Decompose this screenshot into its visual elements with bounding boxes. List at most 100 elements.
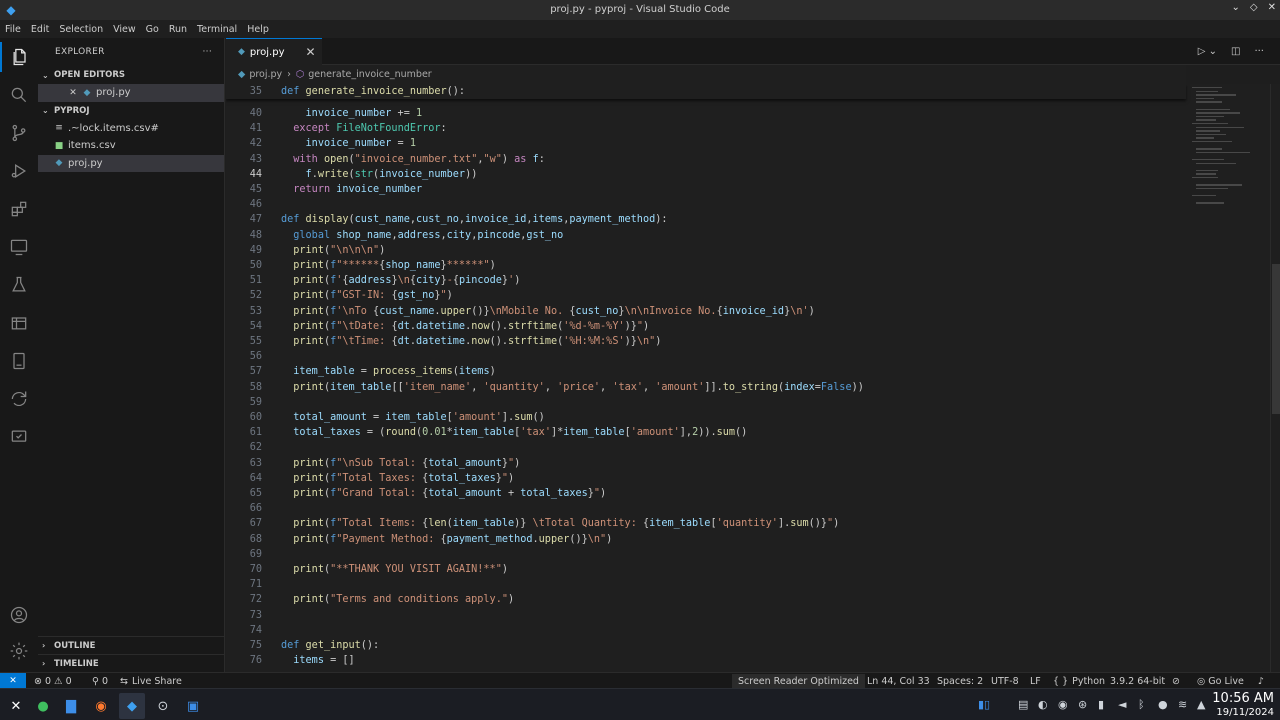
line-number[interactable]: 60: [226, 410, 262, 425]
menu-selection[interactable]: Selection: [54, 24, 108, 35]
close-window-icon[interactable]: ✕: [1268, 2, 1276, 13]
language-mode[interactable]: { } Python: [1053, 674, 1105, 688]
code-line[interactable]: 54 print(f"\tDate: {dt.datetime.now().st…: [226, 319, 1186, 334]
app-launcher-icon[interactable]: ✕: [3, 693, 29, 719]
problems-indicator[interactable]: ⊗ 0 ⚠ 0: [34, 674, 72, 688]
code-text[interactable]: print(f"Grand Total: {total_amount + tot…: [281, 486, 606, 501]
tab-proj-py[interactable]: ◆ proj.py ✕: [226, 38, 322, 65]
menu-edit[interactable]: Edit: [26, 24, 54, 35]
run-file-icon[interactable]: ▷ ⌄: [1198, 46, 1217, 57]
code-text[interactable]: f.write(str(invoice_number)): [281, 167, 478, 182]
discover-icon[interactable]: ⊙: [150, 693, 176, 719]
code-line[interactable]: 45 return invoice_number: [226, 182, 1186, 197]
file-item-proj-py[interactable]: ◆ proj.py: [38, 154, 224, 172]
line-number[interactable]: 76: [226, 653, 262, 668]
code-line[interactable]: 63 print(f"\nSub Total: {total_amount}"): [226, 456, 1186, 471]
code-line[interactable]: 50 print(f"******{shop_name}******"): [226, 258, 1186, 273]
line-number[interactable]: 59: [226, 395, 262, 410]
project-section[interactable]: ⌄ PYPROJ: [38, 102, 224, 120]
code-text[interactable]: print(f'{address}\n{city}-{pincode}'): [281, 273, 520, 288]
code-line[interactable]: 58 print(item_table[['item_name', 'quant…: [226, 380, 1186, 395]
code-line[interactable]: 65 print(f"Grand Total: {total_amount + …: [226, 486, 1186, 501]
shell-icon[interactable]: ●: [30, 693, 56, 719]
run-debug-icon[interactable]: [0, 156, 38, 186]
line-number[interactable]: 68: [226, 532, 262, 547]
code-text[interactable]: print(f"\nSub Total: {total_amount}"): [281, 456, 520, 471]
menu-run[interactable]: Run: [164, 24, 192, 35]
code-text[interactable]: return invoice_number: [281, 182, 422, 197]
encoding[interactable]: UTF-8: [991, 674, 1019, 688]
line-number[interactable]: 70: [226, 562, 262, 577]
line-number[interactable]: 45: [226, 182, 262, 197]
code-line[interactable]: 71: [226, 577, 1186, 592]
code-text[interactable]: def generate_invoice_number():: [281, 84, 465, 99]
code-text[interactable]: total_taxes = (round(0.01*item_table['ta…: [281, 425, 747, 440]
code-text[interactable]: print(f"GST-IN: {gst_no}"): [281, 288, 453, 303]
code-text[interactable]: with open("invoice_number.txt","w") as f…: [281, 152, 545, 167]
line-number[interactable]: 54: [226, 319, 262, 334]
ports-indicator[interactable]: ⚲ 0: [92, 674, 108, 688]
code-line[interactable]: 41 except FileNotFoundError:: [226, 121, 1186, 136]
breadcrumb-symbol[interactable]: generate_invoice_number: [308, 69, 431, 80]
line-number[interactable]: 46: [226, 197, 262, 212]
menu-terminal[interactable]: Terminal: [192, 24, 242, 35]
line-number[interactable]: 41: [226, 121, 262, 136]
remote-indicator[interactable]: ✕: [0, 673, 26, 689]
pager-icon[interactable]: ▮▯: [978, 698, 990, 711]
code-text[interactable]: print("\n\n\n"): [281, 243, 385, 258]
minimap[interactable]: [1190, 84, 1266, 672]
close-tab-icon[interactable]: ✕: [306, 45, 316, 59]
line-number[interactable]: 44: [226, 167, 262, 182]
code-text[interactable]: global shop_name,address,city,pincode,gs…: [281, 228, 563, 243]
code-text[interactable]: print("**THANK YOU VISIT AGAIN!**"): [281, 562, 508, 577]
code-line[interactable]: 47 def display(cust_name,cust_no,invoice_…: [226, 212, 1186, 227]
steam-icon[interactable]: ⊛: [1078, 698, 1087, 711]
volume-icon[interactable]: ◄: [1118, 698, 1126, 711]
code-line[interactable]: 43 with open("invoice_number.txt","w") a…: [226, 152, 1186, 167]
source-control-icon[interactable]: [0, 118, 38, 148]
code-line[interactable]: 55 print(f"\tTime: {dt.datetime.now().st…: [226, 334, 1186, 349]
line-number[interactable]: 61: [226, 425, 262, 440]
code-line[interactable]: 75 def get_input():: [226, 638, 1186, 653]
code-line[interactable]: 56: [226, 349, 1186, 364]
code-line[interactable]: 62: [226, 440, 1186, 455]
record-icon[interactable]: ◉: [1058, 698, 1068, 711]
end-of-line[interactable]: LF: [1030, 674, 1041, 688]
line-number[interactable]: 64: [226, 471, 262, 486]
battery-icon[interactable]: ▮: [1098, 698, 1104, 711]
line-number[interactable]: 49: [226, 243, 262, 258]
line-number[interactable]: 35: [226, 84, 262, 99]
go-live-button[interactable]: ◎ Go Live: [1197, 674, 1244, 688]
code-text[interactable]: def display(cust_name,cust_no,invoice_id…: [281, 212, 668, 227]
line-number[interactable]: 71: [226, 577, 262, 592]
screen-reader-mode[interactable]: Screen Reader Optimized: [732, 674, 865, 688]
code-text[interactable]: invoice_number = 1: [281, 136, 416, 151]
menu-go[interactable]: Go: [141, 24, 164, 35]
account-icon[interactable]: [0, 600, 38, 630]
code-line[interactable]: 40 invoice_number += 1: [226, 106, 1186, 121]
code-text[interactable]: print(f"Payment Method: {payment_method.…: [281, 532, 612, 547]
code-line[interactable]: 51 print(f'{address}\n{city}-{pincode}'): [226, 273, 1186, 288]
open-editors-section[interactable]: ⌄ OPEN EDITORS: [38, 66, 224, 84]
manage-gear-icon[interactable]: [0, 636, 38, 666]
line-number[interactable]: 65: [226, 486, 262, 501]
code-line[interactable]: 48 global shop_name,address,city,pincode…: [226, 228, 1186, 243]
outline-section[interactable]: › OUTLINE: [38, 636, 225, 654]
line-number[interactable]: 42: [226, 136, 262, 151]
code-text[interactable]: items = []: [281, 653, 354, 668]
more-actions-icon[interactable]: ···: [203, 47, 212, 57]
menu-help[interactable]: Help: [242, 24, 274, 35]
notifications-bell-icon[interactable]: ♪: [1258, 674, 1264, 688]
line-number[interactable]: 55: [226, 334, 262, 349]
split-editor-icon[interactable]: ◫: [1231, 46, 1240, 57]
code-text[interactable]: print(f'\nTo {cust_name.upper()}\nMobile…: [281, 304, 814, 319]
maximize-icon[interactable]: ◇: [1250, 2, 1258, 13]
code-text[interactable]: print(f"******{shop_name}******"): [281, 258, 495, 273]
code-line[interactable]: 42 invoice_number = 1: [226, 136, 1186, 151]
code-line[interactable]: 57 item_table = process_items(items): [226, 364, 1186, 379]
code-line[interactable]: 52 print(f"GST-IN: {gst_no}"): [226, 288, 1186, 303]
docker-icon[interactable]: [0, 308, 38, 338]
code-line[interactable]: 67 print(f"Total Items: {len(item_table)…: [226, 516, 1186, 531]
line-number[interactable]: 56: [226, 349, 262, 364]
live-share-icon[interactable]: [0, 384, 38, 414]
